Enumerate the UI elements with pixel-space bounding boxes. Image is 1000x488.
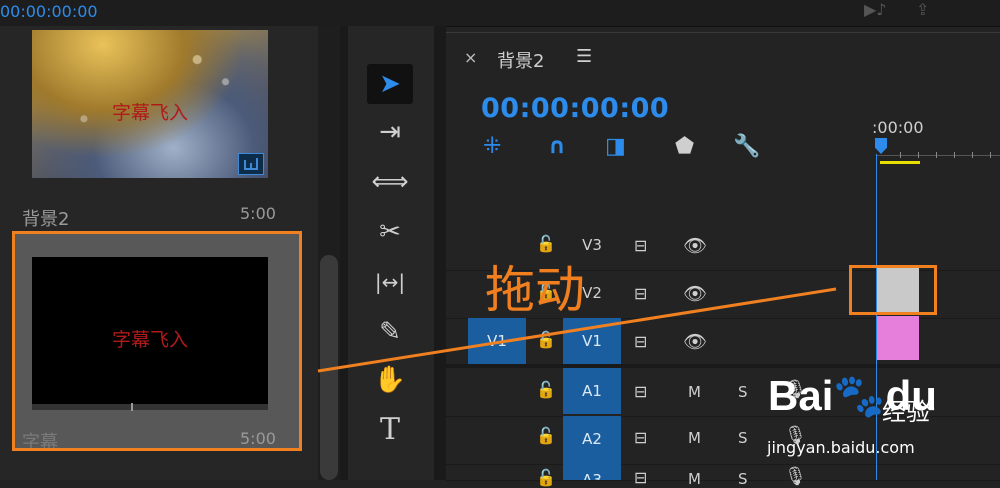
ruler-tick [954,152,955,158]
clip-v1[interactable] [877,316,919,360]
linked-selection-icon[interactable]: ◨ [605,134,626,159]
lock-icon[interactable]: 🔓 [536,330,556,349]
nest-sequence-icon[interactable]: ⁜ [483,134,501,159]
watermark-text: 经验 [882,398,930,426]
sequence-badge-icon [238,153,264,175]
snap-magnet-icon[interactable]: ∩ [548,134,566,159]
wrench-icon[interactable]: 🔧 [733,134,760,159]
track-header-v1[interactable]: V1 [563,318,621,364]
solo-button[interactable]: S [738,470,748,488]
slip-tool-icon[interactable]: |↔| [367,262,413,302]
mute-button[interactable]: M [688,429,701,447]
type-tool-icon[interactable]: T [367,410,413,450]
top-bar [0,0,1000,27]
panel-divider[interactable] [434,26,446,480]
thumbnail-text: 字幕飞入 [111,102,188,124]
ruler-tick [972,152,973,158]
razor-tool-icon[interactable]: ✂ [367,212,413,252]
track-header-a3[interactable]: A3 [563,462,621,480]
export-frame-icon[interactable]: ⇪ [916,0,929,19]
work-area-bar[interactable] [880,161,920,164]
sync-lock-icon[interactable]: ⊟ [634,236,647,255]
track-select-tool-icon[interactable]: ⇥ [367,112,413,152]
panel-divider[interactable] [340,26,348,480]
selection-tool-icon[interactable]: ➤ [367,64,413,104]
highlight-box [12,231,302,451]
ripple-edit-tool-icon[interactable]: ⟺ [367,162,413,202]
highlight-box [849,265,937,315]
mute-button[interactable]: M [688,383,701,401]
sync-lock-icon[interactable]: ⊟ [634,332,647,351]
mic-icon[interactable]: 🎙 [784,466,807,487]
panel-menu-icon[interactable]: ☰ [576,46,592,67]
time-ruler[interactable] [876,155,1000,156]
solo-button[interactable]: S [738,383,748,401]
sync-lock-icon[interactable]: ⊟ [634,284,647,303]
mute-button[interactable]: M [688,470,701,488]
project-scrollbar-thumb[interactable] [320,255,338,480]
ruler-time-label: :00:00 [872,118,924,137]
pen-tool-icon[interactable]: ✎ [367,312,413,352]
source-timecode[interactable]: 00:00:00:00 [0,2,98,21]
track-header-a2[interactable]: A2 [563,416,621,462]
timeline-timecode[interactable]: 00:00:00:00 [481,93,669,124]
ruler-tick [918,152,919,158]
lock-icon[interactable]: 🔓 [536,468,556,487]
watermark-url: jingyan.baidu.com [767,438,915,457]
track-header-a1[interactable]: A1 [563,368,621,414]
close-icon[interactable]: × [464,48,477,67]
solo-button[interactable]: S [738,429,748,447]
lock-icon[interactable]: 🔓 [536,426,556,445]
hand-tool-icon[interactable]: ✋ [367,360,413,400]
ruler-tick [936,152,937,158]
sync-lock-icon[interactable]: ⊟ [634,382,647,401]
project-item-name[interactable]: 背景2 [22,205,69,231]
source-patch-v1[interactable]: V1 [468,318,526,364]
eye-icon[interactable]: 👁 [683,234,707,257]
eye-icon[interactable]: 👁 [683,330,707,353]
playhead-line[interactable] [876,154,877,480]
sync-lock-icon[interactable]: ⊟ [634,468,647,487]
project-item-duration: 5:00 [240,204,276,223]
sync-lock-icon[interactable]: ⊟ [634,428,647,447]
drag-annotation: 拖动 [485,261,585,319]
track-row-a3 [446,462,1000,481]
eye-icon[interactable]: 👁 [683,282,707,305]
ruler-tick [990,152,991,158]
lock-icon[interactable]: 🔓 [536,380,556,399]
ruler-tick [900,152,901,158]
add-marker-icon[interactable]: ⬟ [675,134,694,159]
timeline-tab-title[interactable]: 背景2 [497,47,544,73]
export-audio-icon[interactable]: ▶♪ [864,0,887,19]
